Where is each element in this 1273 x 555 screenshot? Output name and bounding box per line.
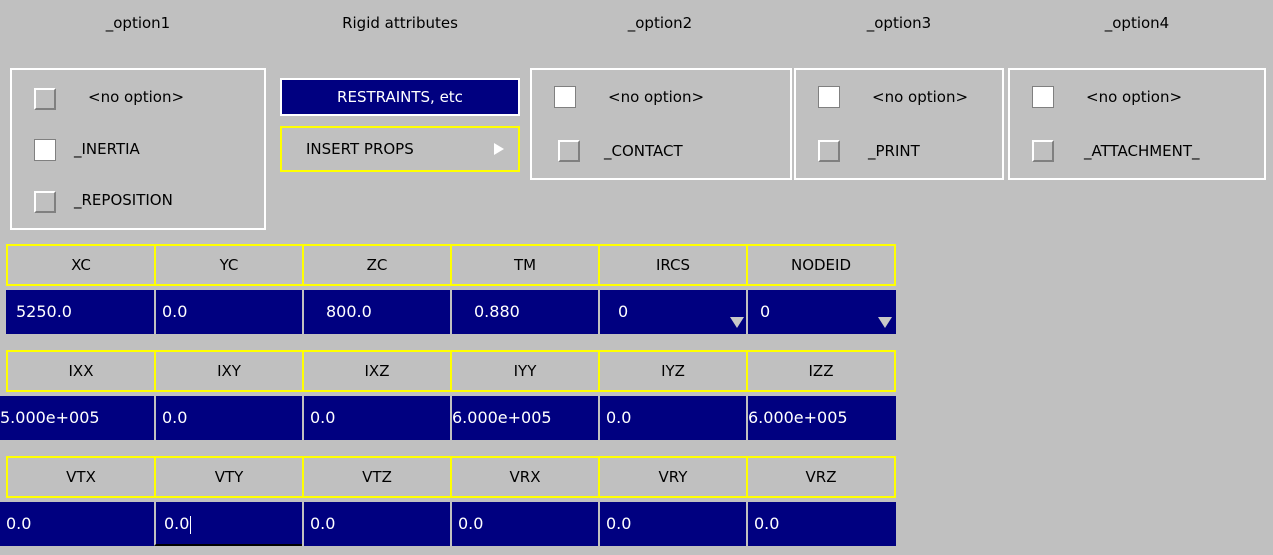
rigid-attributes-header: Rigid attributes — [342, 14, 458, 32]
field-nodeid[interactable]: 0 — [746, 290, 896, 334]
column-header-ixy: IXY — [154, 350, 304, 392]
field-vty-value: 0.0 — [164, 514, 190, 533]
option1-header: _option1 — [105, 14, 171, 32]
option2-group: <no option> _CONTACT — [530, 68, 792, 180]
option2-header: _option2 — [627, 14, 693, 32]
option3-header: _option3 — [866, 14, 932, 32]
option4-header: _option4 — [1104, 14, 1170, 32]
checkbox[interactable] — [34, 88, 56, 110]
dropdown-arrow-icon[interactable] — [730, 317, 744, 328]
option-label: _ATTACHMENT_ — [1084, 142, 1200, 160]
field-ixz[interactable]: 0.0 — [302, 396, 452, 440]
option-label: _CONTACT — [604, 142, 683, 160]
option3-print[interactable]: _PRINT — [796, 136, 1002, 170]
column-header-ixx: IXX — [6, 350, 156, 392]
column-header-ircs: IRCS — [598, 244, 748, 286]
column-header-vry: VRY — [598, 456, 748, 498]
option-label: _PRINT — [868, 142, 920, 160]
option2-contact[interactable]: _CONTACT — [532, 136, 790, 170]
field-yc[interactable]: 0.0 — [154, 290, 304, 334]
option3-no-option[interactable]: <no option> — [796, 82, 1002, 116]
field-vry[interactable]: 0.0 — [598, 502, 748, 546]
field-vtx[interactable]: 0.0 — [0, 502, 156, 546]
field-vtz[interactable]: 0.0 — [302, 502, 452, 546]
field-vty[interactable]: 0.0 — [154, 502, 304, 546]
option-label: <no option> — [608, 88, 705, 106]
option-label: _INERTIA — [74, 140, 140, 158]
option2-no-option[interactable]: <no option> — [532, 82, 790, 116]
field-iyz[interactable]: 0.0 — [598, 396, 748, 440]
insert-props-label: INSERT PROPS — [306, 140, 414, 158]
option-label: <no option> — [872, 88, 969, 106]
field-ircs[interactable]: 0 — [598, 290, 748, 334]
checkbox[interactable] — [558, 140, 580, 162]
option-label: <no option> — [1086, 88, 1183, 106]
option4-group: <no option> _ATTACHMENT_ — [1008, 68, 1266, 180]
option3-group: <no option> _PRINT — [794, 68, 1004, 180]
column-header-nodeid: NODEID — [746, 244, 896, 286]
checkbox-checked[interactable] — [818, 86, 840, 108]
field-izz[interactable]: 6.000e+005 — [746, 396, 896, 440]
checkbox-checked[interactable] — [34, 139, 56, 161]
column-header-vtz: VTZ — [302, 456, 452, 498]
option1-no-option[interactable]: <no option> — [12, 82, 264, 116]
field-nodeid-value: 0 — [760, 302, 771, 321]
restraints-button[interactable]: RESTRAINTS, etc — [280, 78, 520, 116]
column-header-iyz: IYZ — [598, 350, 748, 392]
column-header-tm: TM — [450, 244, 600, 286]
dropdown-arrow-icon[interactable] — [878, 317, 892, 328]
column-header-iyy: IYY — [450, 350, 600, 392]
text-cursor — [190, 515, 192, 534]
column-header-zc: ZC — [302, 244, 452, 286]
field-iyy[interactable]: 6.000e+005 — [450, 396, 600, 440]
field-ixy[interactable]: 0.0 — [154, 396, 304, 440]
field-vrz[interactable]: 0.0 — [746, 502, 896, 546]
option-label: _REPOSITION — [74, 191, 173, 209]
checkbox-checked[interactable] — [554, 86, 576, 108]
column-header-ixz: IXZ — [302, 350, 452, 392]
field-zc[interactable]: 800.0 — [302, 290, 452, 334]
column-header-yc: YC — [154, 244, 304, 286]
field-ircs-value: 0 — [618, 302, 629, 321]
field-tm[interactable]: 0.880 — [450, 290, 600, 334]
checkbox-checked[interactable] — [1032, 86, 1054, 108]
insert-props-button[interactable]: INSERT PROPS — [280, 126, 520, 172]
checkbox[interactable] — [34, 191, 56, 213]
option1-group: <no option> _INERTIA _REPOSITION — [10, 68, 266, 230]
column-header-xc: XC — [6, 244, 156, 286]
submenu-triangle-icon — [494, 143, 504, 155]
option1-reposition[interactable]: _REPOSITION — [12, 188, 264, 222]
column-header-vrx: VRX — [450, 456, 600, 498]
option4-attachment[interactable]: _ATTACHMENT_ — [1010, 136, 1264, 170]
column-header-izz: IZZ — [746, 350, 896, 392]
column-header-vty: VTY — [154, 456, 304, 498]
option1-inertia[interactable]: _INERTIA — [12, 134, 264, 168]
checkbox[interactable] — [818, 140, 840, 162]
checkbox[interactable] — [1032, 140, 1054, 162]
field-vrx[interactable]: 0.0 — [450, 502, 600, 546]
option4-no-option[interactable]: <no option> — [1010, 82, 1264, 116]
option-label: <no option> — [88, 88, 185, 106]
field-ixx[interactable]: 5.000e+005 — [0, 396, 156, 440]
column-header-vtx: VTX — [6, 456, 156, 498]
column-header-vrz: VRZ — [746, 456, 896, 498]
field-xc[interactable]: 5250.0 — [6, 290, 156, 334]
